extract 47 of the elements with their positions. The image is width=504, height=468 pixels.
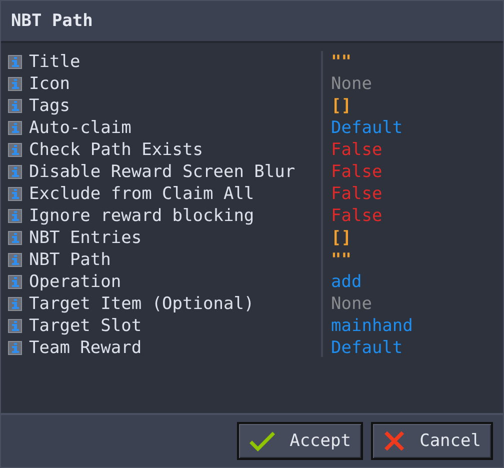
checkmark-icon <box>249 429 276 453</box>
info-icon <box>7 120 23 136</box>
info-icon <box>7 208 23 224</box>
info-icon <box>7 296 23 312</box>
property-value[interactable]: False <box>331 184 382 204</box>
property-label: Icon <box>29 74 70 94</box>
info-icon <box>7 252 23 268</box>
property-value[interactable]: "" <box>331 52 352 72</box>
property-value[interactable]: mainhand <box>331 316 413 336</box>
property-value[interactable]: [] <box>331 228 352 248</box>
property-value[interactable]: Default <box>331 338 403 358</box>
property-label: NBT Path <box>29 250 111 270</box>
info-icon <box>7 230 23 246</box>
info-icon <box>7 186 23 202</box>
property-value[interactable]: [] <box>331 96 352 116</box>
close-icon <box>383 429 406 453</box>
window-title: NBT Path <box>11 11 93 31</box>
info-icon <box>7 54 23 70</box>
property-label: Target Slot <box>29 316 142 336</box>
info-icon <box>7 76 23 92</box>
cancel-button[interactable]: Cancel <box>371 422 493 460</box>
property-label: NBT Entries <box>29 228 142 248</box>
property-value[interactable]: False <box>331 140 382 160</box>
info-icon <box>7 274 23 290</box>
property-value[interactable]: None <box>331 294 372 314</box>
property-value[interactable]: False <box>331 206 382 226</box>
property-label: Target Item (Optional) <box>29 294 254 314</box>
info-icon <box>7 164 23 180</box>
property-label: Exclude from Claim All <box>29 184 254 204</box>
property-value[interactable]: add <box>331 272 362 292</box>
property-label: Title <box>29 52 80 72</box>
info-icon <box>7 340 23 356</box>
property-value[interactable]: "" <box>331 250 352 270</box>
property-value[interactable]: None <box>331 74 372 94</box>
property-value[interactable]: False <box>331 162 382 182</box>
property-label: Auto-claim <box>29 118 132 138</box>
property-value[interactable]: Default <box>331 118 403 138</box>
info-icon <box>7 142 23 158</box>
property-label: Operation <box>29 272 122 292</box>
property-label: Ignore reward blocking <box>29 206 254 226</box>
info-icon <box>7 98 23 114</box>
property-label: Team Reward <box>29 338 142 358</box>
property-label: Disable Reward Screen Blur <box>29 162 296 182</box>
info-icon <box>7 318 23 334</box>
accept-button[interactable]: Accept <box>237 422 363 460</box>
property-label: Tags <box>29 96 70 116</box>
property-label: Check Path Exists <box>29 140 203 160</box>
